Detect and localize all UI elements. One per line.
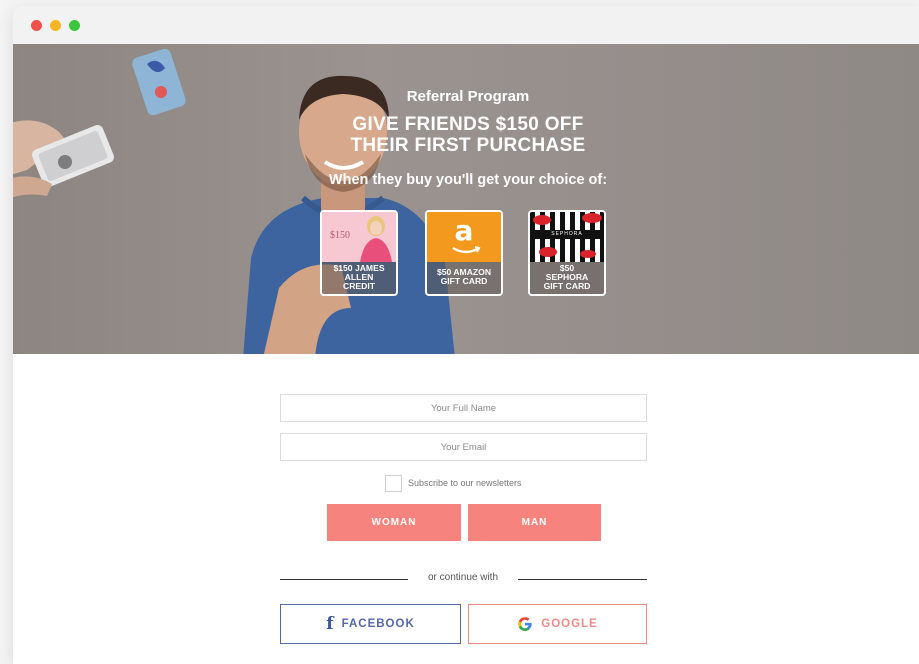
floating-sticker-illustration	[132, 48, 186, 116]
card-label-line: CREDIT	[343, 281, 375, 291]
red-lips-decoration-icon	[533, 213, 602, 258]
reward-card-sephora[interactable]: SEPHORA $50 SEPHORA GIFT CARD	[528, 210, 606, 296]
divider-line-right	[518, 579, 647, 580]
amazon-card-label: $50 AMAZON GIFT CARD	[427, 262, 501, 294]
referral-program-kicker: Referral Program	[406, 88, 530, 105]
continue-with-text: or continue with	[427, 572, 499, 583]
google-label: GOOGLE	[541, 618, 598, 630]
reward-card-amazon[interactable]: a $50 AMAZON GIFT CARD	[425, 210, 503, 296]
reward-card-james-allen[interactable]: $150 $150 JAMES ALLEN CREDIT	[320, 210, 398, 296]
hero-headline-line2: THEIR FIRST PURCHASE	[350, 135, 586, 156]
referral-hero-banner: Referral Program GIVE FRIENDS $150 OFF T…	[13, 44, 919, 354]
hero-headline: GIVE FRIENDS $150 OFF THEIR FIRST PURCHA…	[303, 114, 633, 156]
window-close-dot[interactable]	[31, 20, 42, 31]
newsletter-checkbox[interactable]	[385, 474, 402, 492]
amazon-smile-icon	[452, 246, 481, 254]
hero-subtitle: When they buy you'll get your choice of:	[328, 172, 608, 188]
signup-form: Subscribe to our newsletters WOMAN MAN o…	[13, 354, 919, 664]
divider-line-left	[280, 579, 408, 580]
amazon-logo-icon: a	[454, 214, 474, 247]
newsletter-label: Subscribe to our newsletters	[408, 478, 522, 488]
email-input[interactable]	[280, 433, 647, 461]
google-login-button[interactable]: GOOGLE	[468, 604, 647, 644]
woman-photo-icon	[360, 216, 392, 262]
hero-headline-line1: GIVE FRIENDS $150 OFF	[352, 114, 584, 135]
google-g-icon	[518, 617, 532, 631]
facebook-label: FACEBOOK	[341, 618, 415, 630]
james-allen-card-image: $150	[322, 212, 396, 262]
james-allen-card-label: $150 JAMES ALLEN CREDIT	[322, 262, 396, 294]
window-minimize-dot[interactable]	[50, 20, 61, 31]
facebook-login-button[interactable]: f FACEBOOK	[280, 604, 461, 644]
facebook-f-icon: f	[326, 613, 335, 634]
hand-phone-illustration	[13, 120, 114, 198]
newsletter-subscribe-row[interactable]: Subscribe to our newsletters	[385, 474, 522, 492]
browser-window: Referral Program GIVE FRIENDS $150 OFF T…	[13, 6, 919, 664]
card-label-line: GIFT CARD	[440, 276, 488, 286]
card-label-line: GIFT CARD	[543, 281, 591, 291]
james-allen-card-amount: $150	[330, 230, 350, 241]
sephora-card-label: $50 SEPHORA GIFT CARD	[530, 262, 604, 294]
window-maximize-dot[interactable]	[69, 20, 80, 31]
sephora-card-image: SEPHORA	[530, 212, 604, 262]
woman-button[interactable]: WOMAN	[327, 504, 461, 541]
full-name-input[interactable]	[280, 394, 647, 422]
amazon-card-image: a	[427, 212, 501, 262]
man-button[interactable]: MAN	[468, 504, 601, 541]
window-titlebar	[13, 6, 919, 44]
